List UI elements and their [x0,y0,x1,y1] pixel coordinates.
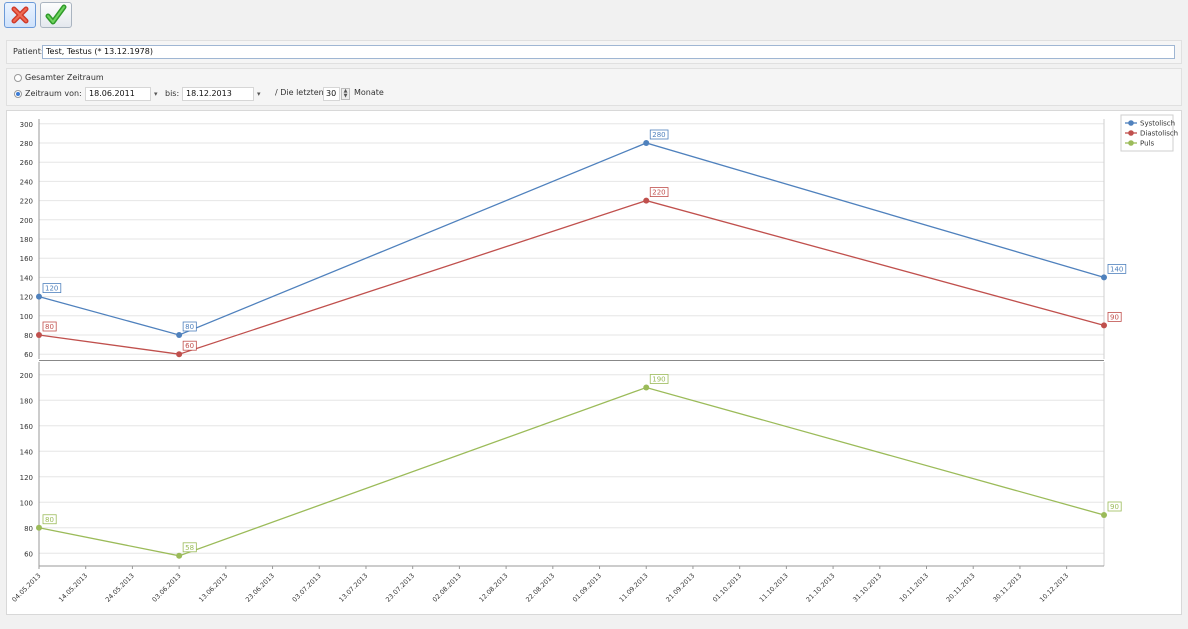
y-tick-label: 60 [24,550,33,558]
y-tick-label: 60 [24,351,33,359]
ok-button[interactable] [40,2,72,28]
legend-label: Diastolisch [1140,130,1178,138]
range-panel: Gesamter Zeitraum Zeitraum von: 18.06.20… [6,68,1182,106]
legend-label: Systolisch [1140,120,1175,128]
data-point [643,197,650,204]
y-tick-label: 180 [20,236,33,244]
x-tick-label: 11.09.2013 [618,572,650,604]
y-tick-label: 240 [20,178,33,186]
y-tick-label: 140 [20,448,33,456]
x-tick-label: 13.06.2013 [197,572,229,604]
data-point [36,332,42,338]
patient-label: Patient: [13,47,44,56]
patient-field[interactable]: Test, Testus (* 13.12.1978) [42,45,1175,59]
x-tick-label: 13.07.2013 [337,572,369,604]
radio-period-label: Zeitraum von: [25,89,82,98]
y-tick-label: 160 [20,255,33,263]
data-point [176,351,183,358]
y-tick-label: 80 [24,525,33,533]
to-date-dropdown-icon[interactable]: ▾ [257,90,261,98]
x-tick-label: 21.10.2013 [805,572,837,604]
data-label: 80 [185,323,194,331]
legend-marker [1128,130,1134,136]
x-tick-label: 12.08.2013 [478,572,510,604]
x-tick-label: 03.07.2013 [291,572,323,604]
x-tick-label: 23.07.2013 [384,572,416,604]
y-tick-label: 120 [20,474,33,482]
x-tick-label: 11.10.2013 [758,572,790,604]
data-point [1101,322,1107,329]
x-tick-label: 30.11.2013 [991,572,1023,604]
x-tick-label: 24.05.2013 [104,572,136,604]
y-tick-label: 100 [20,313,33,321]
y-tick-label: 260 [20,159,33,167]
radio-period[interactable] [14,90,22,98]
radio-all-period[interactable] [14,74,22,82]
data-point [643,384,650,391]
y-tick-label: 280 [20,140,33,148]
x-tick-label: 14.05.2013 [57,572,89,604]
x-tick-label: 03.06.2013 [151,572,183,604]
last-months-label: / Die letzten [275,88,324,97]
data-label: 120 [45,285,58,293]
x-tick-label: 21.09.2013 [664,572,696,604]
radio-all-label: Gesamter Zeitraum [25,73,104,82]
legend-marker [1128,140,1134,146]
data-point [1101,274,1107,281]
y-tick-label: 160 [20,423,33,431]
data-point [36,293,42,300]
data-point [176,332,183,338]
series-line-puls [38,386,1105,557]
data-label: 140 [1110,265,1123,273]
x-tick-label: 31.10.2013 [851,572,883,604]
data-label: 60 [185,342,194,350]
data-label: 220 [652,189,665,197]
data-label: 80 [45,323,54,331]
patient-panel: Patient: Test, Testus (* 13.12.1978) [6,40,1182,64]
data-label: 90 [1110,313,1119,321]
x-tick-label: 10.12.2013 [1038,572,1070,604]
x-tick-label: 10.11.2013 [898,572,930,604]
y-tick-label: 200 [20,217,33,225]
y-tick-label: 200 [20,372,33,380]
y-tick-label: 220 [20,198,33,206]
data-label: 90 [1110,503,1119,511]
checkmark-icon [45,4,67,25]
data-label: 80 [45,516,54,524]
x-tick-label: 23.06.2013 [244,572,276,604]
legend-marker [1128,120,1134,126]
months-input[interactable]: 30 [323,87,340,101]
y-tick-label: 80 [24,332,33,340]
legend-label: Puls [1140,140,1154,148]
blood-pressure-chart: 60 80 100 120 140 160 180 200 220 240 260 280 300 120… [10,114,1178,604]
to-date-field[interactable]: 18.12.2013 [182,87,254,101]
data-point [176,552,183,559]
cancel-x-icon [11,6,29,24]
data-point [36,524,42,531]
x-tick-label: 20.11.2013 [945,572,977,604]
x-tick-label: 22.08.2013 [524,572,556,604]
data-label: 58 [185,544,194,552]
x-tick-label: 01.10.2013 [711,572,743,604]
x-tick-label: 01.09.2013 [571,572,603,604]
x-tick-label: 04.05.2013 [10,572,42,604]
data-label: 280 [652,131,665,139]
y-tick-label: 140 [20,274,33,282]
data-label: 190 [652,376,665,384]
y-tick-label: 300 [20,121,33,129]
chart-panel: 60 80 100 120 140 160 180 200 220 240 260 280 300 120… [6,110,1182,615]
months-spinner[interactable]: ▲ ▼ [341,88,350,100]
y-tick-label: 100 [20,499,33,507]
data-point [643,140,650,146]
x-tick-label: 02.08.2013 [431,572,463,604]
from-date-field[interactable]: 18.06.2011 [85,87,151,101]
from-date-dropdown-icon[interactable]: ▾ [154,90,158,98]
data-point [1101,512,1107,518]
y-tick-label: 120 [20,294,33,302]
cancel-button[interactable] [4,2,36,28]
months-label: Monate [354,88,384,97]
y-tick-label: 180 [20,397,33,405]
to-label: bis: [165,89,180,98]
